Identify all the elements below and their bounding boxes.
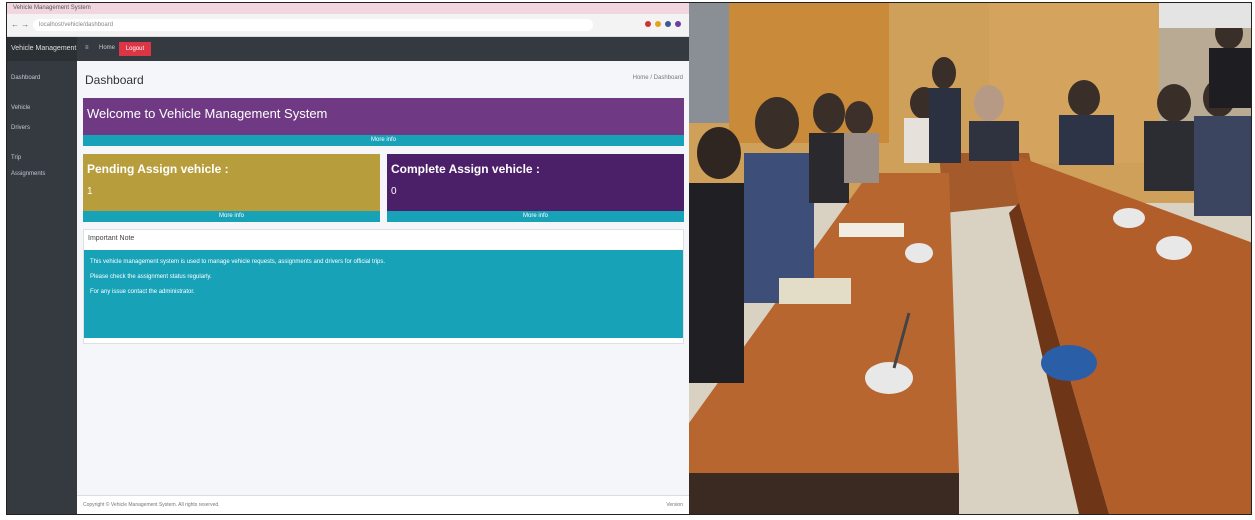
complete-assign-title: Complete Assign vehicle : <box>391 162 540 176</box>
sidebar-item-trip[interactable]: Trip <box>11 155 21 161</box>
figure-frame: Vehicle Management System ← → localhost/… <box>6 2 1252 515</box>
logout-button[interactable]: Logout <box>119 42 151 56</box>
page-footer: Copyright © Vehicle Management System. A… <box>77 495 689 514</box>
browser-addressbar: ← → localhost/vehicle/dashboard <box>7 14 689 37</box>
sidebar-item-vehicle[interactable]: Vehicle <box>11 105 30 111</box>
sidebar-item-dashboard[interactable]: Dashboard <box>11 75 40 81</box>
sidebar-brand[interactable]: Vehicle Management <box>7 37 77 61</box>
footer-copyright: Copyright © Vehicle Management System. A… <box>83 502 220 508</box>
note-card: Important Note This vehicle management s… <box>83 229 684 344</box>
browser-tab-title[interactable]: Vehicle Management System <box>13 3 91 14</box>
extension-icon[interactable] <box>675 21 681 27</box>
pending-assign-count: 1 <box>87 186 93 197</box>
url-input[interactable]: localhost/vehicle/dashboard <box>33 19 593 31</box>
browser-screenshot: Vehicle Management System ← → localhost/… <box>7 3 689 514</box>
extension-icons <box>645 21 681 27</box>
breadcrumb[interactable]: Home / Dashboard <box>633 75 683 81</box>
note-line: For any issue contact the administrator. <box>90 289 195 295</box>
back-forward-icon[interactable]: ← → <box>11 20 29 29</box>
page-title: Dashboard <box>85 73 144 87</box>
pending-assign-box: Pending Assign vehicle : 1 More info <box>83 154 380 222</box>
pending-more-info-link[interactable]: More info <box>83 211 380 222</box>
pending-assign-title: Pending Assign vehicle : <box>87 162 229 176</box>
content-header: Dashboard Home / Dashboard <box>77 61 689 97</box>
nav-home-link[interactable]: Home <box>99 45 115 51</box>
menu-toggle-icon[interactable]: ≡ <box>85 45 89 51</box>
sidebar: Vehicle Management Dashboard Vehicle Dri… <box>7 37 77 514</box>
sidebar-item-assignments[interactable]: Assignments <box>11 171 45 177</box>
browser-titlebar: Vehicle Management System <box>7 3 689 14</box>
complete-more-info-link[interactable]: More info <box>387 211 684 222</box>
footer-version: Version <box>666 502 683 508</box>
note-line: Please check the assignment status regul… <box>90 274 212 280</box>
welcome-title: Welcome to Vehicle Management System <box>87 106 328 121</box>
sidebar-item-drivers[interactable]: Drivers <box>11 125 30 131</box>
welcome-box: Welcome to Vehicle Management System Mor… <box>83 98 684 146</box>
extension-icon[interactable] <box>655 21 661 27</box>
extension-icon[interactable] <box>645 21 651 27</box>
complete-assign-box: Complete Assign vehicle : 0 More info <box>387 154 684 222</box>
meeting-photo-drawing <box>689 3 1251 514</box>
note-card-body: This vehicle management system is used t… <box>84 250 683 338</box>
note-card-header: Important Note <box>88 235 135 242</box>
welcome-more-info-link[interactable]: More info <box>83 135 684 146</box>
meeting-photo <box>689 3 1251 514</box>
top-navbar: ≡ Home Logout <box>77 37 689 61</box>
extension-icon[interactable] <box>665 21 671 27</box>
complete-assign-count: 0 <box>391 186 397 197</box>
note-line: This vehicle management system is used t… <box>90 259 386 265</box>
